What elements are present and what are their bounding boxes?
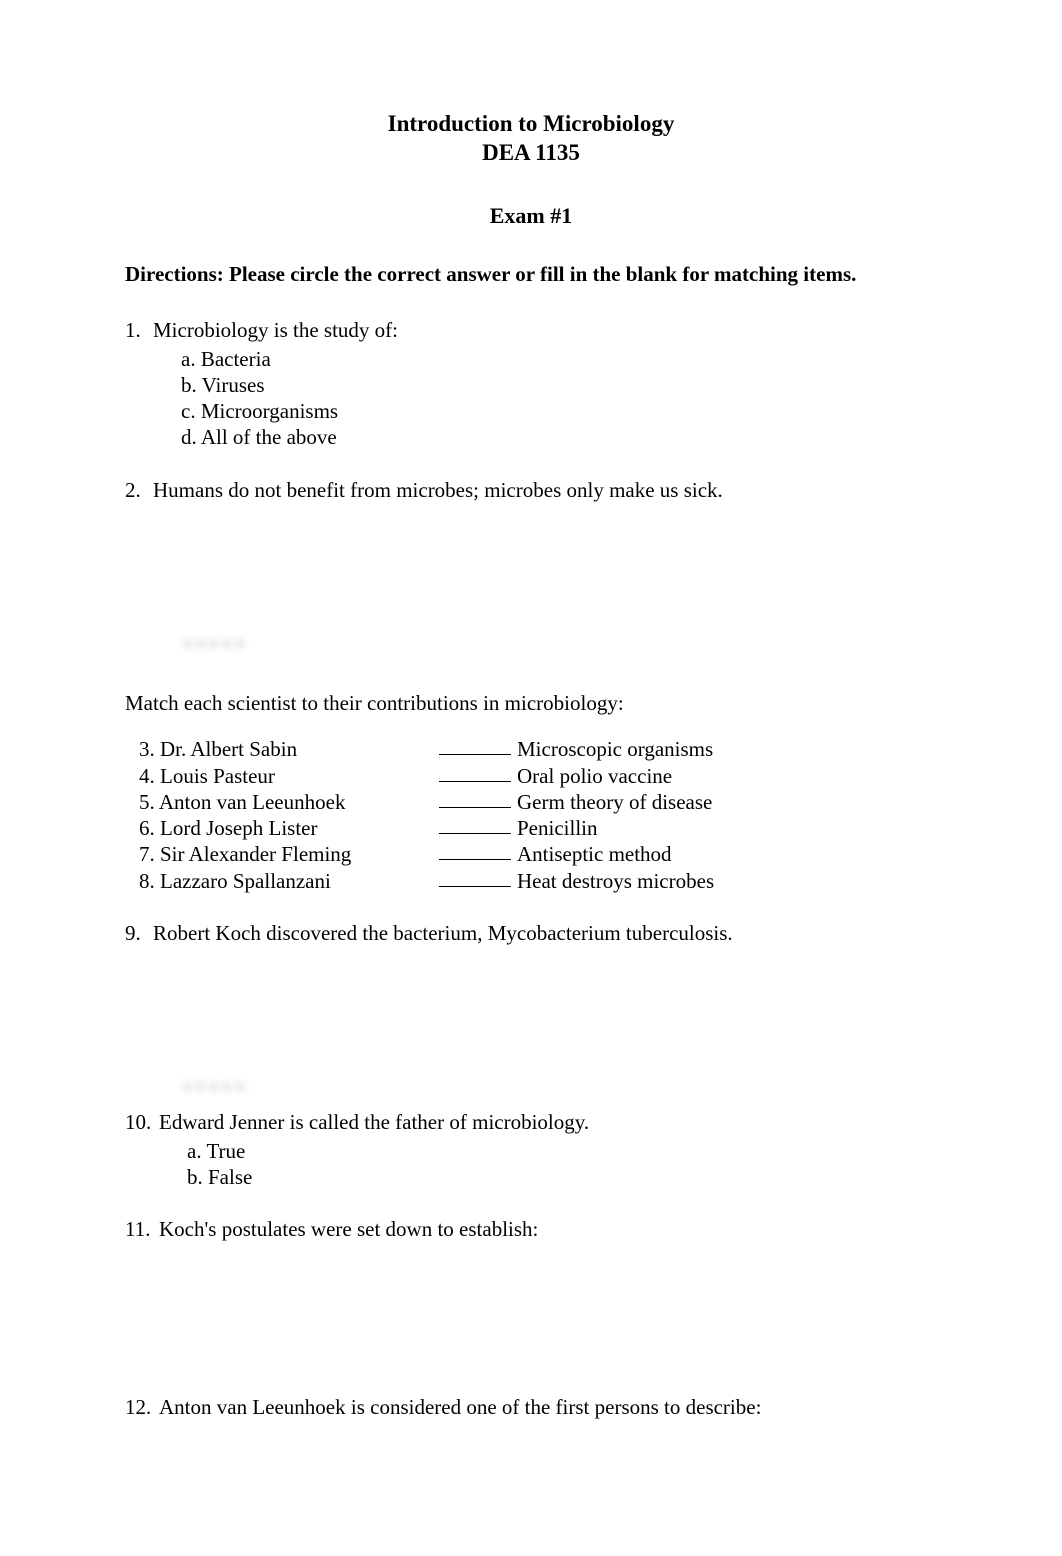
obscured-content: ■■■■■ [181, 630, 937, 656]
contribution-text: Antiseptic method [517, 841, 672, 867]
question-1-options: a. Bacteria b. Viruses c. Microorganisms… [181, 346, 937, 451]
match-row: 5. Anton van Leeunhoek Germ theory of di… [139, 789, 937, 815]
question-9: 9. Robert Koch discovered the bacterium,… [125, 920, 937, 946]
question-text: Koch's postulates were set down to estab… [159, 1216, 937, 1242]
question-number: 12. [125, 1394, 159, 1420]
matching-instructions: Match each scientist to their contributi… [125, 690, 937, 716]
question-2: 2. Humans do not benefit from microbes; … [125, 477, 937, 503]
course-title: Introduction to Microbiology [125, 110, 937, 139]
option-c: c. Microorganisms [181, 398, 937, 424]
contribution-text: Microscopic organisms [517, 736, 713, 762]
match-row: 4. Louis Pasteur Oral polio vaccine [139, 763, 937, 789]
scientist-name: 8. Lazzaro Spallanzani [139, 868, 439, 894]
option-b: b. False [187, 1164, 937, 1190]
option-a: a. Bacteria [181, 346, 937, 372]
scientist-name: 7. Sir Alexander Fleming [139, 841, 439, 867]
fill-blank[interactable] [439, 841, 511, 860]
contribution-text: Penicillin [517, 815, 598, 841]
question-number: 1. [125, 317, 153, 343]
exam-number: Exam #1 [125, 202, 937, 230]
question-text: Robert Koch discovered the bacterium, My… [153, 920, 937, 946]
obscured-content: ■■■■■ [181, 1073, 937, 1099]
contribution-text: Oral polio vaccine [517, 763, 672, 789]
document-page: Introduction to Microbiology DEA 1135 Ex… [0, 0, 1062, 1556]
match-row: 3. Dr. Albert Sabin Microscopic organism… [139, 736, 937, 762]
question-number: 2. [125, 477, 153, 503]
question-10-options: a. True b. False [187, 1138, 937, 1191]
match-row: 7. Sir Alexander Fleming Antiseptic meth… [139, 841, 937, 867]
fill-blank[interactable] [439, 736, 511, 755]
question-10: 10. Edward Jenner is called the father o… [125, 1109, 937, 1135]
fill-blank[interactable] [439, 763, 511, 782]
fill-blank[interactable] [439, 815, 511, 834]
matching-table: 3. Dr. Albert Sabin Microscopic organism… [139, 736, 937, 894]
contribution-text: Germ theory of disease [517, 789, 712, 815]
question-text: Microbiology is the study of: [153, 317, 937, 343]
scientist-name: 6. Lord Joseph Lister [139, 815, 439, 841]
course-code: DEA 1135 [125, 139, 937, 168]
directions-text: Directions: Please circle the correct an… [125, 261, 937, 287]
match-row: 8. Lazzaro Spallanzani Heat destroys mic… [139, 868, 937, 894]
match-row: 6. Lord Joseph Lister Penicillin [139, 815, 937, 841]
question-text: Anton van Leeunhoek is considered one of… [159, 1394, 937, 1420]
option-d: d. All of the above [181, 424, 937, 450]
question-number: 10. [125, 1109, 159, 1135]
question-text: Humans do not benefit from microbes; mic… [153, 477, 937, 503]
question-text: Edward Jenner is called the father of mi… [159, 1109, 937, 1135]
question-number: 11. [125, 1216, 159, 1242]
scientist-name: 3. Dr. Albert Sabin [139, 736, 439, 762]
option-b: b. Viruses [181, 372, 937, 398]
option-a: a. True [187, 1138, 937, 1164]
fill-blank[interactable] [439, 789, 511, 808]
fill-blank[interactable] [439, 868, 511, 887]
scientist-name: 4. Louis Pasteur [139, 763, 439, 789]
contribution-text: Heat destroys microbes [517, 868, 714, 894]
question-1: 1. Microbiology is the study of: [125, 317, 937, 343]
question-12: 12. Anton van Leeunhoek is considered on… [125, 1394, 937, 1420]
scientist-name: 5. Anton van Leeunhoek [139, 789, 439, 815]
question-11: 11. Koch's postulates were set down to e… [125, 1216, 937, 1242]
question-number: 9. [125, 920, 153, 946]
